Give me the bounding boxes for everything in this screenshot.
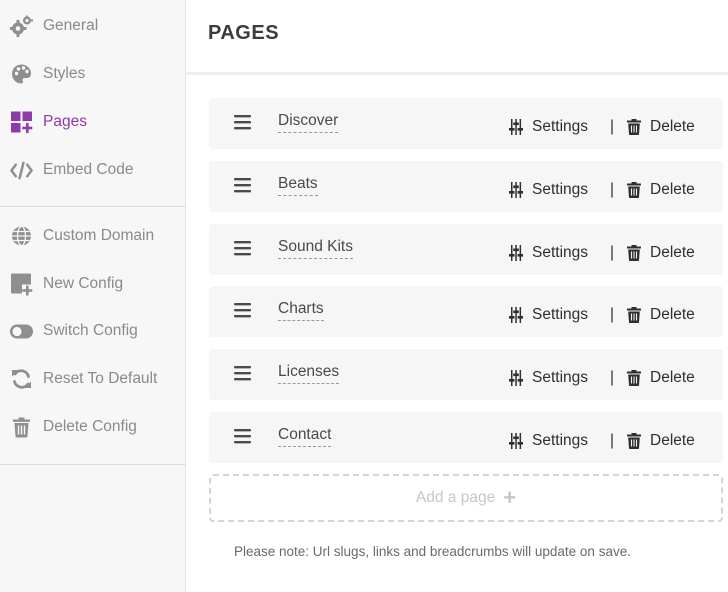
gears-icon — [10, 15, 33, 38]
page-settings-button[interactable]: Settings — [509, 118, 588, 136]
trash-icon — [10, 416, 33, 439]
page-delete-button[interactable]: Delete — [627, 118, 695, 136]
sync-icon — [10, 368, 33, 391]
sidebar-item-custom-domain[interactable]: Custom Domain — [0, 216, 185, 256]
sidebar-item-delete-config[interactable]: Delete Config — [0, 407, 185, 447]
new-config-icon — [10, 273, 33, 296]
globe-icon — [10, 225, 33, 248]
sliders-icon — [509, 433, 523, 449]
settings-label: Settings — [532, 243, 589, 261]
page-name[interactable]: Sound Kits — [278, 238, 353, 259]
sidebar-item-label: Reset To Default — [43, 370, 158, 387]
settings-label: Settings — [532, 369, 589, 387]
sidebar-item-label: General — [43, 17, 99, 34]
delete-label: Delete — [650, 118, 695, 135]
page-name[interactable]: Charts — [278, 300, 324, 322]
settings-label: Settings — [532, 432, 589, 449]
plus-icon: + — [503, 485, 517, 510]
settings-label: Settings — [532, 180, 589, 198]
page-name[interactable]: Beats — [278, 175, 318, 196]
page-header: PAGES — [186, 0, 728, 75]
add-page-label: Add a page — [415, 489, 496, 506]
trash-icon — [627, 433, 641, 449]
delete-label: Delete — [650, 306, 695, 324]
drag-handle-icon[interactable] — [233, 300, 253, 320]
toggle-icon — [10, 320, 33, 343]
palette-icon — [10, 63, 33, 86]
page-delete-button[interactable]: Delete — [627, 432, 695, 450]
page-name[interactable]: Contact — [278, 426, 332, 447]
page-settings-button[interactable]: Settings — [509, 369, 588, 387]
settings-label: Settings — [532, 118, 589, 135]
page-settings-button[interactable]: Settings — [509, 181, 588, 199]
page-delete-button[interactable]: Delete — [627, 244, 695, 262]
sidebar-divider — [0, 206, 185, 207]
page-row: Licenses Settings | Delete — [209, 349, 723, 401]
add-page-button[interactable]: Add a page + — [209, 474, 723, 522]
page-settings-button[interactable]: Settings — [509, 306, 588, 324]
page-title: PAGES — [208, 22, 280, 44]
page-settings-button[interactable]: Settings — [509, 244, 588, 262]
delete-label: Delete — [650, 243, 695, 261]
save-note: Please note: Url slugs, links and breadc… — [234, 544, 631, 559]
delete-label: Delete — [650, 432, 695, 449]
sidebar-item-embed-code[interactable]: Embed Code — [0, 150, 185, 190]
sidebar-item-pages[interactable]: Pages — [0, 102, 185, 142]
pages-grid-icon — [10, 111, 33, 134]
drag-handle-icon[interactable] — [233, 175, 253, 195]
sidebar-item-new-config[interactable]: New Config — [0, 264, 185, 304]
sliders-icon — [509, 370, 523, 387]
action-separator: | — [610, 369, 615, 387]
action-separator: | — [610, 118, 615, 135]
sidebar-item-label: Pages — [43, 113, 87, 130]
page-row: Contact Settings | Delete — [209, 412, 723, 463]
action-separator: | — [610, 180, 615, 198]
delete-label: Delete — [650, 180, 695, 198]
sidebar-item-general[interactable]: General — [0, 6, 185, 46]
page-delete-button[interactable]: Delete — [627, 181, 695, 199]
action-separator: | — [610, 243, 615, 261]
sidebar-item-label: Styles — [43, 65, 86, 82]
main-panel: PAGES Discover Settings | Delete Beats S… — [186, 0, 728, 592]
delete-label: Delete — [650, 369, 695, 387]
action-separator: | — [610, 306, 615, 324]
drag-handle-icon[interactable] — [233, 426, 253, 446]
sidebar-item-label: Switch Config — [43, 322, 138, 339]
page-name[interactable]: Discover — [278, 112, 339, 133]
trash-icon — [627, 181, 641, 198]
sidebar-item-label: Custom Domain — [43, 227, 155, 244]
drag-handle-icon[interactable] — [233, 238, 253, 258]
sidebar-item-label: Embed Code — [43, 161, 134, 178]
settings-label: Settings — [532, 306, 589, 324]
sidebar-item-label: Delete Config — [43, 418, 137, 435]
drag-handle-icon[interactable] — [233, 112, 253, 132]
sliders-icon — [509, 181, 523, 198]
trash-icon — [627, 307, 641, 324]
sidebar-item-reset-to-default[interactable]: Reset To Default — [0, 359, 185, 399]
page-row: Charts Settings | Delete — [209, 286, 723, 338]
sidebar-divider — [0, 464, 185, 465]
sidebar: General Styles Pages Embed Code Custom D… — [0, 0, 186, 592]
sidebar-item-switch-config[interactable]: Switch Config — [0, 311, 185, 351]
sliders-icon — [509, 119, 523, 135]
trash-icon — [627, 370, 641, 387]
drag-handle-icon[interactable] — [233, 363, 253, 383]
sidebar-item-styles[interactable]: Styles — [0, 54, 185, 94]
page-row: Beats Settings | Delete — [209, 160, 723, 212]
action-separator: | — [610, 432, 615, 449]
sidebar-item-label: New Config — [43, 275, 124, 292]
page-row: Discover Settings | Delete — [209, 98, 723, 149]
page-settings-button[interactable]: Settings — [509, 432, 588, 450]
page-delete-button[interactable]: Delete — [627, 306, 695, 324]
trash-icon — [627, 119, 641, 135]
sliders-icon — [509, 244, 523, 261]
trash-icon — [627, 244, 641, 261]
page-name[interactable]: Licenses — [278, 363, 340, 385]
page-row: Sound Kits Settings | Delete — [209, 223, 723, 275]
code-icon — [10, 159, 33, 182]
page-delete-button[interactable]: Delete — [627, 369, 695, 387]
sliders-icon — [509, 307, 523, 324]
